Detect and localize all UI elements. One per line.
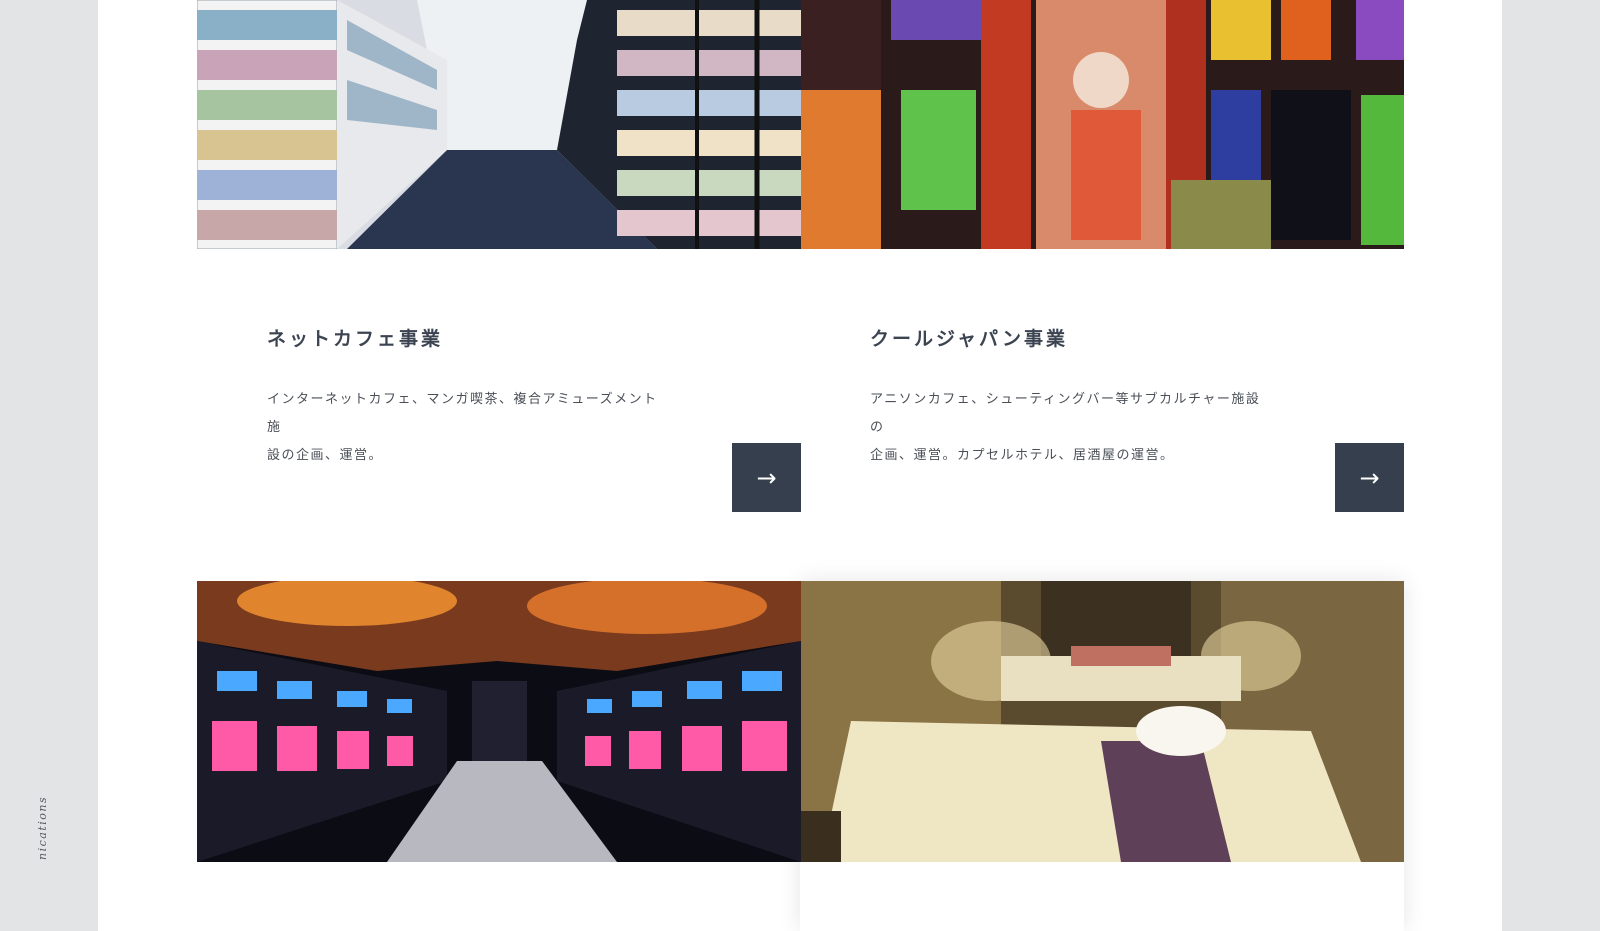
cooljapan-title: クールジャパン事業: [870, 328, 1069, 350]
pachinko-hall-photo-icon: [197, 581, 801, 862]
netcafe-description-line2: 設の企画、運営。: [267, 448, 384, 463]
pachinko-image[interactable]: [197, 581, 801, 862]
japanese-capsule-photo-icon: [801, 0, 1404, 249]
arrow-right-icon: →: [1359, 463, 1380, 492]
cooljapan-more-button[interactable]: →: [1335, 443, 1404, 512]
netcafe-more-button[interactable]: →: [732, 443, 801, 512]
vertical-side-label: nications: [36, 795, 49, 860]
cooljapan-description: アニソンカフェ、シューティングバー等サブカルチャー施設の 企画、運営。カプセルホ…: [870, 386, 1270, 470]
arrow-right-icon: →: [756, 463, 777, 492]
netcafe-image[interactable]: [197, 0, 801, 249]
netcafe-description: インターネットカフェ、マンガ喫茶、複合アミューズメント施 設の企画、運営。: [267, 386, 667, 470]
netcafe-description-line1: インターネットカフェ、マンガ喫茶、複合アミューズメント施: [267, 392, 658, 435]
spa-massage-room-photo-icon: [801, 581, 1404, 862]
cooljapan-description-line1: アニソンカフェ、シューティングバー等サブカルチャー施設の: [870, 392, 1261, 435]
cooljapan-image[interactable]: [801, 0, 1404, 249]
cooljapan-description-line2: 企画、運営。カプセルホテル、居酒屋の運営。: [870, 448, 1175, 463]
netcafe-title: ネットカフェ事業: [267, 328, 444, 350]
spa-image[interactable]: [801, 581, 1404, 862]
manga-shelves-photo-icon: [197, 0, 801, 249]
